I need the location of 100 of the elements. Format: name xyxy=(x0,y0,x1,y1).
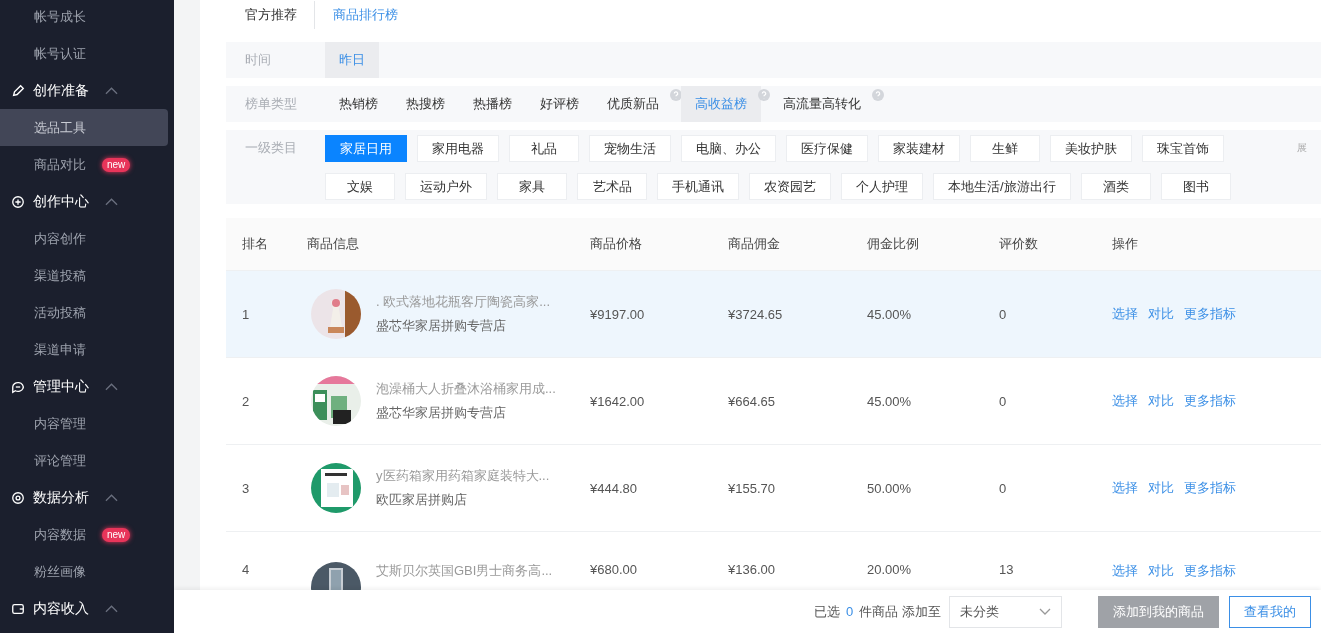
category-chip[interactable]: 农资园艺 xyxy=(749,173,831,200)
column-header: 操作 xyxy=(1112,235,1139,253)
category-chip[interactable]: 手机通讯 xyxy=(657,173,739,200)
category-chip[interactable]: 图书 xyxy=(1160,173,1231,200)
new-badge: new xyxy=(102,157,131,172)
sidebar-item[interactable]: 内容创作 xyxy=(0,220,168,257)
action-link[interactable]: 对比 xyxy=(1148,479,1174,497)
footer-button[interactable]: 查看我的 xyxy=(1229,595,1311,628)
list-type-option[interactable]: 高流量高转化 xyxy=(769,86,875,122)
category-chip[interactable]: 宠物生活 xyxy=(589,135,671,162)
rate-cell-text: 20.00% xyxy=(867,562,913,577)
price-cell-text: ¥1642.00 xyxy=(590,393,646,409)
list-type-option[interactable]: 热搜榜 xyxy=(392,86,459,122)
price-cell-text: ¥9197.00 xyxy=(590,306,646,322)
chevron-icon xyxy=(105,604,118,613)
list-type-option[interactable]: 优质新品 xyxy=(593,86,673,122)
table-row[interactable]: 2 泡澡桶大人折叠沐浴桶家用成... 盛芯华家居拼购专营店 ¥1642.00 ¥664.65 45.00% 0 选择 对比 更多指标 xyxy=(226,358,1321,445)
sidebar-section[interactable]: 创作准备 xyxy=(0,72,174,109)
reviews-cell-text: 0 xyxy=(999,480,1008,496)
column-header: 商品佣金 xyxy=(728,235,781,253)
new-badge: new xyxy=(102,527,131,542)
target-icon xyxy=(11,490,25,505)
tab[interactable]: 官方推荐 xyxy=(245,6,297,24)
list-type-option[interactable]: 好评榜 xyxy=(526,86,593,122)
category-chip[interactable]: 家居日用 xyxy=(325,135,407,162)
category-chip[interactable]: 家用电器 xyxy=(417,135,499,162)
action-link[interactable]: 更多指标 xyxy=(1184,392,1236,410)
rank-cell-text: 3 xyxy=(242,480,251,496)
action-link[interactable]: 对比 xyxy=(1148,562,1174,580)
rate-cell-text: 50.00% xyxy=(867,480,913,496)
help-icon[interactable] xyxy=(758,89,770,101)
list-type-option[interactable]: 热销榜 xyxy=(325,86,392,122)
category-chip[interactable]: 艺术品 xyxy=(577,173,647,200)
sidebar-item[interactable]: 评论管理 xyxy=(0,442,168,479)
commission-cell-text: ¥664.65 xyxy=(728,393,776,409)
category-chip[interactable]: 礼品 xyxy=(509,135,579,162)
action-link[interactable]: 选择 xyxy=(1112,479,1138,497)
rate-cell-text: 45.00% xyxy=(867,306,913,322)
category-chip[interactable]: 美妆护肤 xyxy=(1050,135,1132,162)
shop-name: 欧匹家居拼购店 xyxy=(376,491,468,509)
category-select[interactable]: 未分类 xyxy=(948,595,1062,628)
filter-label: 榜单类型 xyxy=(244,95,298,113)
help-icon[interactable] xyxy=(872,89,884,101)
commission-cell-text: ¥136.00 xyxy=(728,562,776,577)
category-chip[interactable]: 家具 xyxy=(497,173,567,200)
action-link[interactable]: 选择 xyxy=(1112,562,1138,580)
chevron-icon xyxy=(105,197,118,206)
action-link[interactable]: 更多指标 xyxy=(1184,479,1236,497)
rank-cell-text: 2 xyxy=(242,393,251,409)
column-header: 排名 xyxy=(242,235,269,253)
sidebar-item[interactable]: 活动投稿 xyxy=(0,294,168,331)
category-chip[interactable]: 文娱 xyxy=(325,173,395,200)
category-chip[interactable]: 运动户外 xyxy=(405,173,487,200)
rank-cell-text: 1 xyxy=(242,306,251,322)
reviews-cell-text: 0 xyxy=(999,393,1008,409)
chevron-icon xyxy=(105,86,118,95)
table-row[interactable]: 3 y医药箱家用药箱家庭装特大... 欧匹家居拼购店 ¥444.80 ¥155.70 50.00% 0 选择 对比 更多指标 xyxy=(226,445,1321,532)
action-link[interactable]: 选择 xyxy=(1112,392,1138,410)
commission-cell-text: ¥3724.65 xyxy=(728,306,784,322)
category-chip[interactable]: 医疗保健 xyxy=(786,135,868,162)
category-chip[interactable]: 珠宝首饰 xyxy=(1142,135,1224,162)
sidebar-item[interactable]: 帐号认证 xyxy=(0,35,168,72)
sidebar-item[interactable]: 商品对比 new xyxy=(0,146,168,183)
chevron-icon xyxy=(105,382,118,391)
category-chip[interactable]: 个人护理 xyxy=(841,173,923,200)
filter-label: 时间 xyxy=(244,51,272,69)
sidebar-item[interactable]: 粉丝画像 xyxy=(0,553,168,590)
category-chip[interactable]: 家装建材 xyxy=(878,135,960,162)
sidebar-section[interactable]: 管理中心 xyxy=(0,368,174,405)
column-header: 佣金比例 xyxy=(867,235,920,253)
shop-name: 盛芯华家居拼购专营店 xyxy=(376,317,507,335)
sidebar-item[interactable]: 帐号成长 xyxy=(0,0,168,35)
category-chip[interactable]: 电脑、办公 xyxy=(681,135,776,162)
action-link[interactable]: 对比 xyxy=(1148,392,1174,410)
list-type-option[interactable]: 热播榜 xyxy=(459,86,526,122)
category-chip[interactable]: 生鲜 xyxy=(970,135,1040,162)
circle-plus-icon xyxy=(11,194,25,209)
sidebar-section[interactable]: 内容收入 xyxy=(0,590,174,627)
wallet-icon xyxy=(11,601,25,616)
column-header: 商品价格 xyxy=(590,235,643,253)
sidebar-item[interactable]: 内容管理 xyxy=(0,405,168,442)
reviews-cell-text: 13 xyxy=(999,562,1015,577)
tab[interactable]: 商品排行榜 xyxy=(333,6,398,24)
help-icon[interactable] xyxy=(670,89,682,101)
sidebar-item[interactable]: 选品工具 xyxy=(0,109,168,146)
price-cell-text: ¥444.80 xyxy=(590,480,638,496)
chat-bubble-icon xyxy=(11,379,25,394)
sidebar-section[interactable]: 创作中心 xyxy=(0,183,174,220)
sidebar-item[interactable]: 渠道投稿 xyxy=(0,257,168,294)
rate-cell-text: 45.00% xyxy=(867,393,913,409)
sidebar-item[interactable]: 渠道申请 xyxy=(0,331,168,368)
column-header: 商品信息 xyxy=(307,235,360,253)
price-cell-text: ¥680.00 xyxy=(590,562,638,577)
sidebar-section[interactable]: 数据分析 xyxy=(0,479,174,516)
category-chip[interactable]: 本地生活/旅游出行 xyxy=(933,173,1071,200)
selection-label: 已选 xyxy=(814,602,840,621)
selection-label: 件商品 添加至 xyxy=(859,602,941,621)
sidebar-item[interactable]: 内容数据 new xyxy=(0,516,168,553)
action-link[interactable]: 更多指标 xyxy=(1184,562,1236,580)
category-chip[interactable]: 酒类 xyxy=(1080,173,1151,200)
